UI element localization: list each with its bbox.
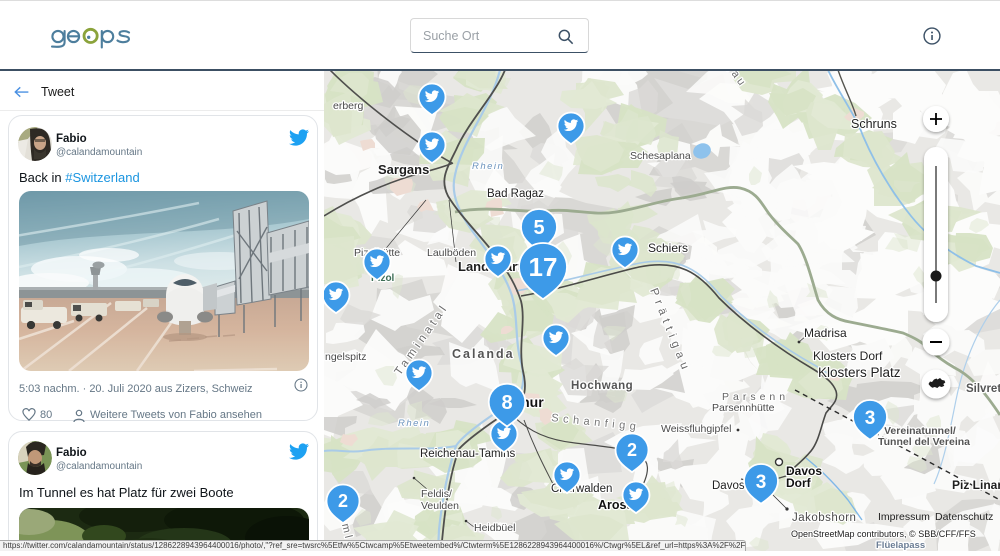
svg-text:Madrisa: Madrisa [804, 326, 847, 340]
svg-text:Dorf: Dorf [786, 476, 812, 490]
svg-text:Tunnel del Vereina: Tunnel del Vereina [878, 436, 970, 448]
svg-text:Silvrett: Silvrett [966, 383, 1000, 395]
svg-text:Laulböden: Laulböden [427, 247, 476, 259]
svg-text:Rhein: Rhein [472, 161, 504, 172]
svg-text:Schesaplana: Schesaplana [630, 150, 691, 162]
svg-text:Bad Ragaz: Bad Ragaz [487, 188, 544, 200]
svg-text:3: 3 [865, 408, 876, 429]
svg-text:Calanda: Calanda [452, 347, 515, 361]
svg-text:Schruns: Schruns [851, 117, 897, 131]
svg-text:Klosters Platz: Klosters Platz [818, 365, 901, 380]
svg-text:ngelspitz: ngelspitz [325, 351, 366, 363]
svg-text:Hochwang: Hochwang [571, 380, 633, 392]
svg-text:Datenschutz: Datenschutz [935, 511, 993, 523]
svg-text:17: 17 [529, 252, 558, 282]
svg-text:2: 2 [338, 491, 348, 511]
svg-text:Heidbüel: Heidbüel [474, 522, 515, 534]
svg-text:Feldis/: Feldis/ [421, 488, 452, 500]
svg-text:Piz Linar: Piz Linar [952, 478, 1000, 492]
svg-text:Rhein: Rhein [398, 418, 430, 429]
svg-text:5: 5 [533, 217, 544, 239]
svg-text:3: 3 [756, 472, 767, 493]
svg-text:8: 8 [501, 392, 512, 414]
svg-text:Impressum: Impressum [878, 511, 930, 523]
svg-text:Veulden: Veulden [421, 500, 459, 512]
svg-text:Sargans: Sargans [378, 162, 429, 177]
svg-text:OpenStreetMap contributors, ©: OpenStreetMap contributors, © SBB/CFF/FF… [791, 529, 976, 539]
svg-text:Schiers: Schiers [648, 241, 688, 255]
svg-text:Flüelapass: Flüelapass [876, 540, 925, 551]
svg-text:2: 2 [627, 440, 637, 460]
svg-text:Jakobshorn: Jakobshorn [792, 512, 856, 524]
svg-text:Weissfluhgipfel: Weissfluhgipfel [661, 423, 731, 435]
svg-text:Klosters Dorf: Klosters Dorf [813, 349, 883, 363]
svg-text:erberg: erberg [333, 100, 364, 112]
svg-text:Parsennhütte: Parsennhütte [712, 402, 775, 414]
